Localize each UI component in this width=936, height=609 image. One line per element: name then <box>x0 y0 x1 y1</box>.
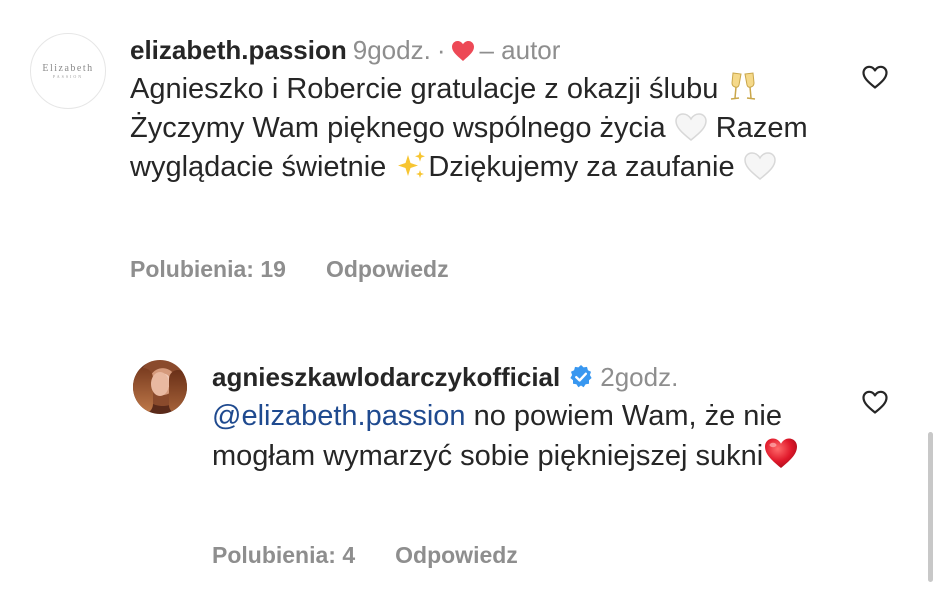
scrollbar[interactable] <box>928 432 933 582</box>
comment-text: Agnieszko i Robercie gratulacje z okazji… <box>130 70 810 187</box>
comment-content: elizabeth.passion 9godz. · – autor Agnieszk… <box>130 30 810 187</box>
username-link[interactable]: elizabeth.passion <box>130 35 347 65</box>
comment-actions: Polubienia: 19 Odpowiedz <box>130 256 449 283</box>
likes-count-button[interactable]: Polubienia: 19 <box>130 256 286 282</box>
separator-dot: · <box>436 35 446 65</box>
red-heart-icon <box>452 41 475 61</box>
comment-text-part: Dziękujemy za zaufanie <box>428 151 743 183</box>
username-link[interactable]: agnieszkawlodarczykofficial <box>212 362 560 392</box>
likes-count-button[interactable]: Polubienia: 4 <box>212 542 355 568</box>
comment-timestamp[interactable]: 9godz. <box>353 35 431 65</box>
like-heart-icon[interactable] <box>861 389 889 415</box>
comment-header: elizabeth.passion 9godz. · – autor <box>130 30 810 70</box>
reply-timestamp[interactable]: 2godz. <box>600 362 678 392</box>
reply-button[interactable]: Odpowiedz <box>326 256 449 282</box>
verified-badge-icon <box>570 365 592 388</box>
avatar-brand-text: Elizabeth <box>42 62 94 74</box>
reply-header: agnieszkawlodarczykofficial 2godz. <box>212 357 832 397</box>
comment-text-part: Agnieszko i Robercie gratulacje z okazji… <box>130 73 727 105</box>
avatar-brand-subtext: PASSION <box>52 73 84 79</box>
reply-text: @elizabeth.passion no powiem Wam, że nie… <box>212 397 832 476</box>
avatar-elizabeth-passion[interactable]: Elizabeth PASSION <box>30 33 106 109</box>
red-heart-emoji <box>765 438 798 468</box>
comment-text-part: Życzymy Wam pięknego wspólnego życia <box>130 112 674 144</box>
mention-link[interactable]: @elizabeth.passion <box>212 400 466 432</box>
author-label: – autor <box>479 35 561 65</box>
reply-actions: Polubienia: 4 Odpowiedz <box>212 542 518 569</box>
reply-content: agnieszkawlodarczykofficial 2godz. @eliz… <box>212 357 832 476</box>
white-heart-emoji <box>674 113 707 141</box>
like-heart-icon[interactable] <box>861 64 889 90</box>
sparkles-emoji <box>398 151 426 178</box>
champagne-emoji <box>731 72 756 100</box>
avatar-agnieszkawlodarczykofficial[interactable] <box>133 360 187 414</box>
white-heart-emoji <box>743 152 776 180</box>
reply-button[interactable]: Odpowiedz <box>395 542 518 568</box>
